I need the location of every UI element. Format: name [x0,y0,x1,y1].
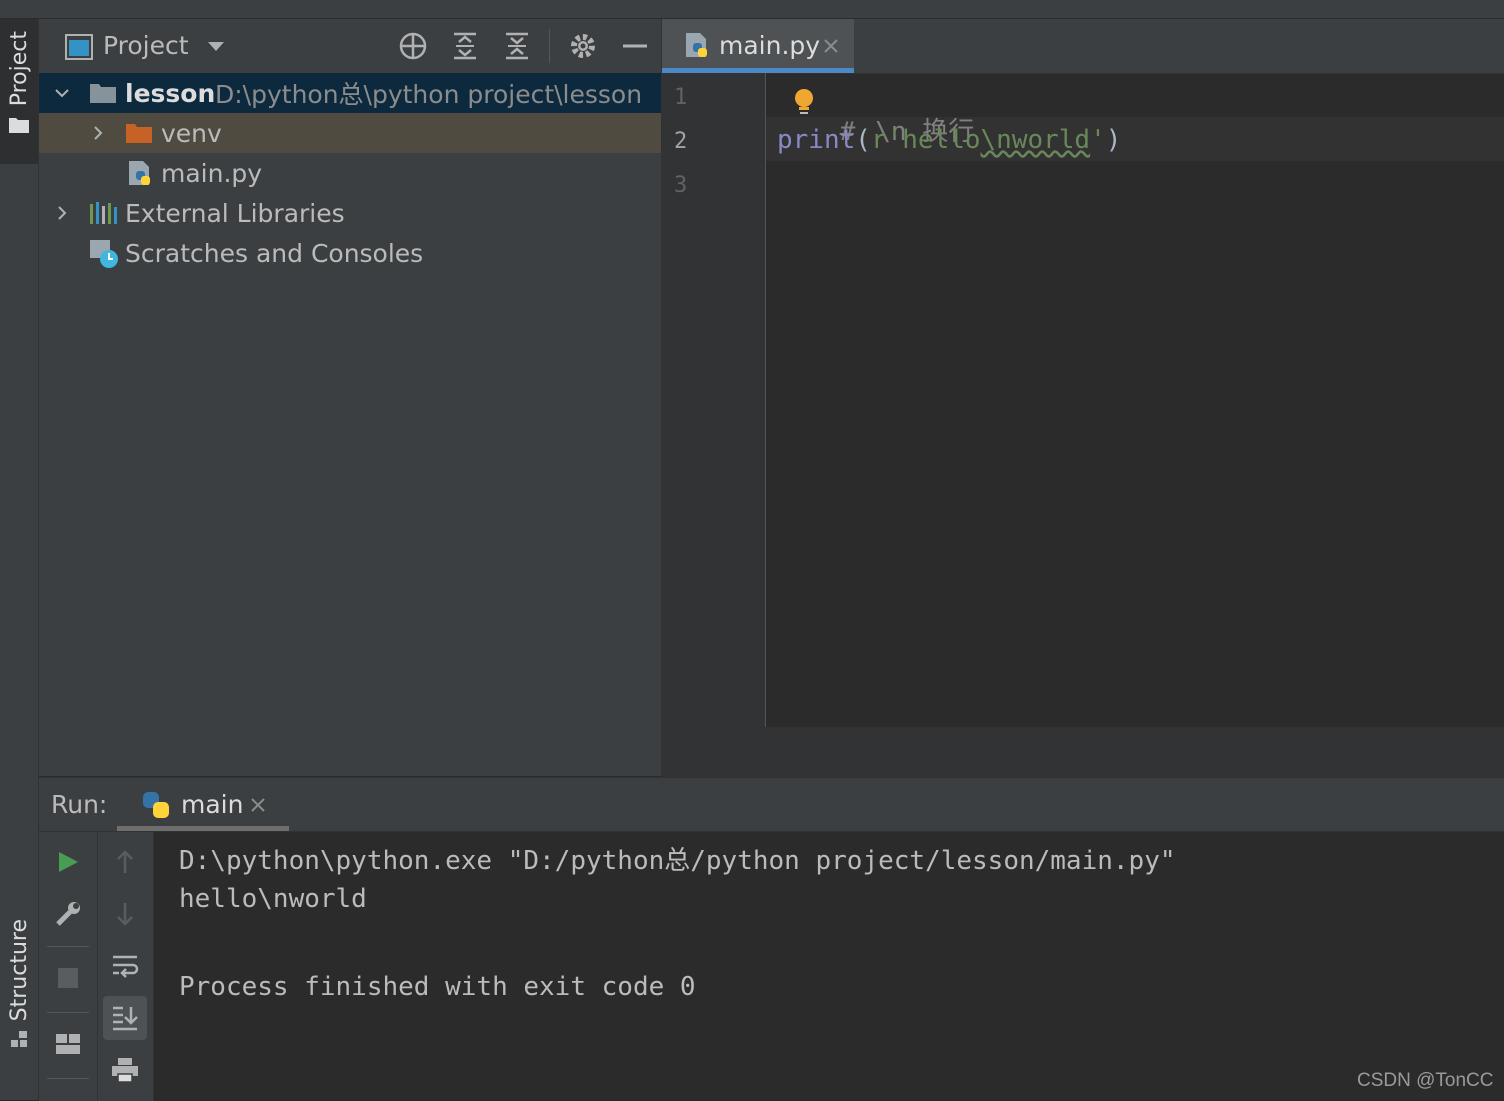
editor-area: main.py 1 2 3 # \n 换行 print(r'hello\nworl… [662,19,1504,777]
chevron-right-icon[interactable] [55,206,69,220]
line-number-2: 2 [674,129,688,154]
toolbar-divider [47,946,89,947]
console-line-4: Process finished with exit code 0 [179,972,696,1002]
string-part-c: ' [1090,125,1106,155]
tree-row-venv[interactable]: venv [39,113,661,153]
toolbar-divider [549,29,550,63]
run-tab-label: main [181,790,244,819]
left-tool-strip: Project Structure [0,19,39,1100]
project-view-title[interactable]: Project [103,31,189,60]
structure-tool-tab-label: Structure [6,919,32,1022]
run-tab-underline [117,826,289,831]
collapse-all-icon[interactable] [502,31,532,61]
chevron-down-icon[interactable] [207,41,225,53]
scratches-icon [90,240,118,268]
folder-icon [9,118,29,134]
folder-icon [126,124,152,143]
project-tool-tab-label: Project [6,31,32,107]
console-line-2: hello\nworld [179,884,367,914]
print-keyword: print [777,125,856,155]
locate-icon[interactable] [398,31,428,61]
tab-label: main.py [719,31,821,60]
tab-main-py[interactable]: main.py [662,19,854,73]
lightbulb-icon[interactable] [793,87,815,117]
structure-tool-tab[interactable]: Structure [0,919,38,1069]
close-paren: ) [1105,125,1122,155]
rerun-icon[interactable] [48,842,88,882]
line-number-3: 3 [674,173,688,198]
tree-row-lesson[interactable]: lesson D:\python总\python project\lesson [39,73,661,113]
tree-row-external-libraries[interactable]: External Libraries [39,193,661,233]
project-panel: Project lesson D:\python总\python project… [39,19,662,776]
close-icon[interactable] [824,39,838,53]
open-paren: ( [855,125,871,155]
navigation-bar [0,0,1504,19]
tree-label-lesson: lesson [125,78,216,108]
project-view-icon [65,34,93,60]
run-tab-main[interactable]: main [117,778,289,831]
stop-icon[interactable] [48,958,88,998]
arrow-down-icon[interactable] [105,894,145,934]
tree-label-main-py: main.py [161,158,263,188]
tree-row-scratches[interactable]: Scratches and Consoles [39,233,661,273]
tree-root-path: D:\python总\python project\lesson [215,80,643,109]
layout-icon[interactable] [48,1024,88,1064]
run-toolbar-primary [39,832,98,1101]
chevron-down-icon[interactable] [55,86,69,100]
library-icon [90,202,117,224]
line-number-1: 1 [674,85,688,110]
console-line-1: D:\python\python.exe "D:/python总/python … [179,846,1176,876]
editor-breadcrumbs [662,727,1504,777]
tree-row-main-py[interactable]: main.py [39,153,661,193]
tree-label-scratches: Scratches and Consoles [125,238,424,268]
python-file-icon [129,161,150,185]
toolbar-divider [47,1012,89,1013]
scroll-to-end-icon[interactable] [103,996,147,1040]
project-panel-header: Project [39,19,661,72]
raw-prefix: r [870,125,887,155]
close-icon[interactable] [251,798,265,812]
structure-icon [11,1031,27,1048]
print-icon[interactable] [105,1050,145,1090]
string-part-a: 'hello [886,125,981,155]
run-toolbar-secondary [98,832,154,1101]
editor-tabs-bar: main.py [662,19,1504,74]
run-panel: Run: main D:\python\python.exe "D:/pytho… [39,777,1504,1101]
tree-label-venv: venv [161,118,222,148]
expand-all-icon[interactable] [450,31,480,61]
arrow-up-icon[interactable] [105,842,145,882]
line-number-gutter [662,73,766,727]
string-part-b: \nworld [980,125,1091,155]
code-line-2[interactable]: print(r'hello\nworld') [777,125,1121,155]
wrench-icon[interactable] [48,894,88,934]
project-tool-tab[interactable]: Project [0,19,38,164]
python-icon [143,792,169,818]
chevron-right-icon[interactable] [91,126,105,140]
run-panel-header: Run: main [39,778,1504,832]
minimize-icon[interactable] [620,31,650,61]
python-file-icon [686,33,707,57]
tree-label-external-libraries: External Libraries [125,198,345,228]
folder-icon [90,84,116,103]
gear-icon[interactable] [568,31,598,61]
run-label: Run: [51,790,108,819]
soft-wrap-icon[interactable] [105,946,145,986]
watermark: CSDN @TonCC [1357,1070,1494,1091]
toolbar-divider [47,1078,89,1079]
